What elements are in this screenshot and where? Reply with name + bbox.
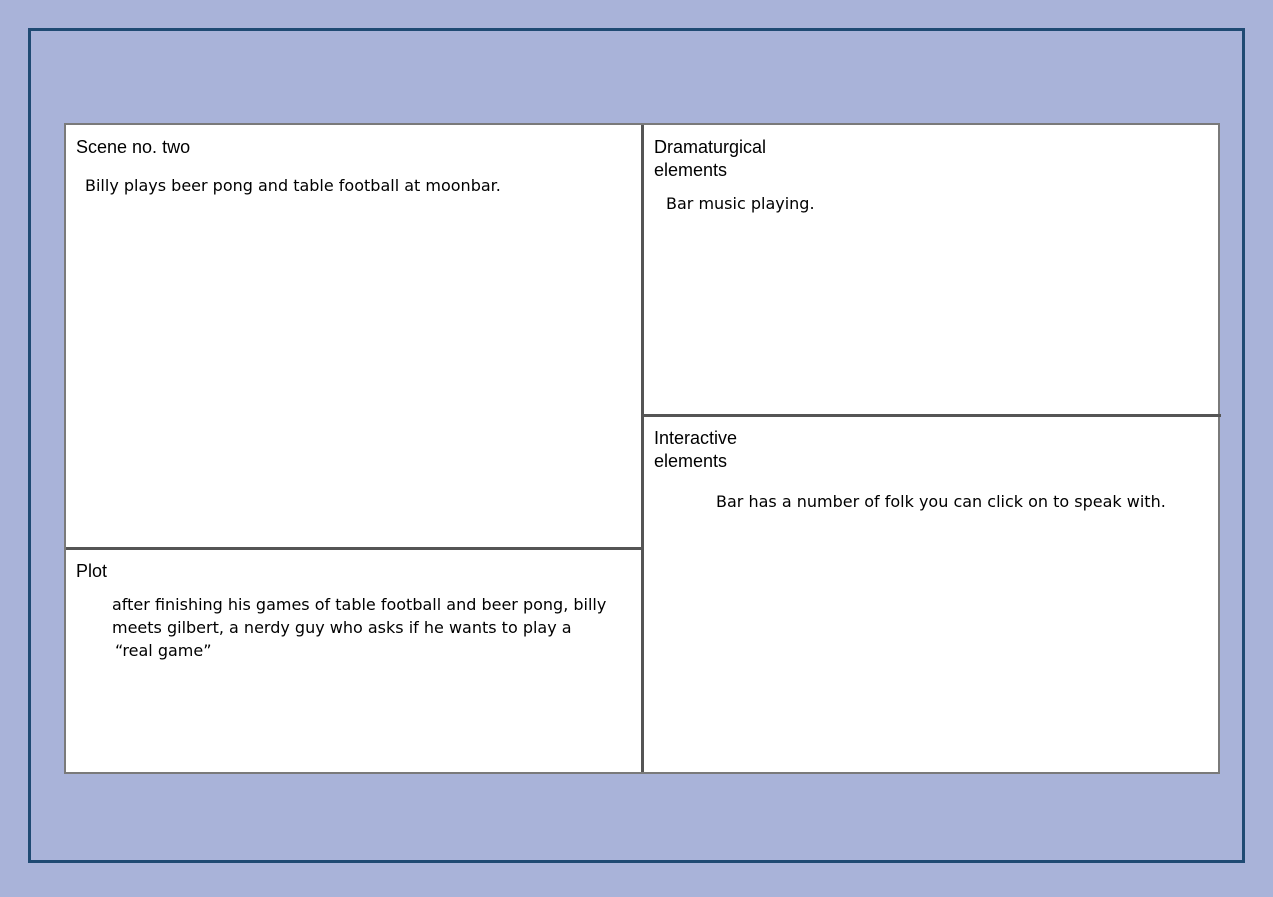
dramaturgical-heading-line: elements [654, 160, 728, 180]
interactive-heading: Interactive elements [654, 427, 737, 473]
scene-description: Billy plays beer pong and table football… [85, 176, 501, 195]
plot-line: meets gilbert, a nerdy guy who asks if h… [112, 618, 572, 637]
scene-plot-divider [66, 547, 642, 550]
interactive-heading-line: elements [654, 451, 728, 471]
dramaturgical-heading: Dramaturgical elements [654, 136, 766, 182]
interactive-description: Bar has a number of folk you can click o… [716, 492, 1166, 511]
dramaturgical-interactive-divider [643, 414, 1221, 417]
vertical-divider [641, 125, 644, 772]
interactive-heading-line: Interactive [654, 428, 738, 448]
dramaturgical-heading-line: Dramaturgical [654, 137, 767, 157]
scene-board: Scene no. two Billy plays beer pong and … [64, 123, 1221, 774]
dramaturgical-description: Bar music playing. [666, 194, 815, 213]
scene-heading: Scene no. two [76, 137, 191, 157]
plot-description: after finishing his games of table footb… [112, 593, 606, 662]
plot-heading: Plot [76, 561, 108, 581]
plot-line: after finishing his games of table footb… [112, 595, 607, 614]
plot-line: “real game” [115, 641, 212, 660]
